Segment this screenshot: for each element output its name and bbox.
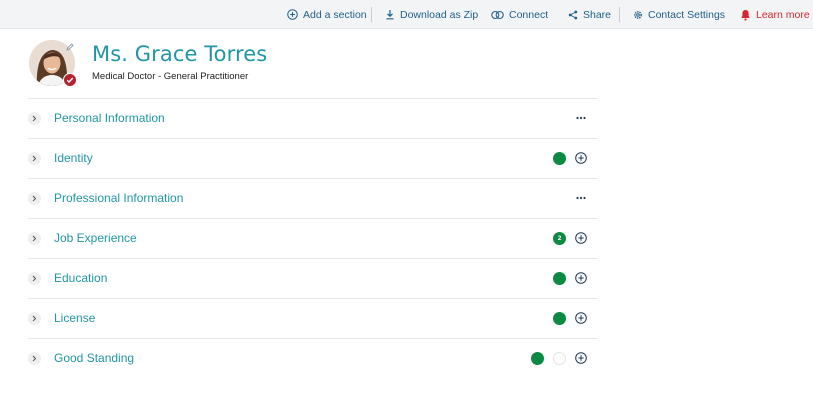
section-label: Identity bbox=[54, 151, 93, 165]
add-section-label: Add a section bbox=[303, 8, 367, 21]
top-toolbar: Add a section Download as Zip Connect Sh… bbox=[0, 0, 813, 29]
bell-icon bbox=[741, 9, 750, 21]
status-complete-indicator bbox=[553, 272, 566, 285]
status-complete-indicator bbox=[531, 352, 544, 365]
share-label: Share bbox=[583, 8, 612, 21]
section-row-education[interactable]: Education bbox=[28, 258, 597, 298]
contact-settings-button[interactable]: Contact Settings bbox=[633, 0, 725, 29]
connect-button[interactable]: Connect bbox=[491, 0, 548, 29]
link-icon bbox=[491, 10, 504, 19]
download-zip-label: Download as Zip bbox=[400, 8, 479, 21]
section-label: Personal Information bbox=[54, 111, 165, 125]
section-label: Education bbox=[54, 271, 108, 285]
section-label: Professional Information bbox=[54, 191, 184, 205]
gear-icon bbox=[634, 10, 642, 19]
plus-circle-icon bbox=[287, 9, 298, 20]
section-label: Good Standing bbox=[54, 351, 135, 365]
connect-label: Connect bbox=[509, 8, 549, 21]
add-circle-icon[interactable] bbox=[575, 152, 587, 164]
section-label: License bbox=[54, 311, 96, 325]
verified-badge-icon bbox=[63, 73, 77, 87]
add-section-button[interactable]: Add a section bbox=[287, 0, 367, 29]
chevron-right-icon[interactable] bbox=[28, 352, 41, 365]
section-row-professional-information[interactable]: Professional Information bbox=[28, 178, 597, 218]
chevron-right-icon[interactable] bbox=[28, 312, 41, 325]
chevron-right-icon[interactable] bbox=[28, 192, 41, 205]
chevron-right-icon[interactable] bbox=[28, 152, 41, 165]
add-circle-icon[interactable] bbox=[575, 272, 587, 284]
learn-more-label: Learn more bbox=[756, 8, 810, 21]
status-complete-indicator bbox=[553, 312, 566, 325]
section-row-job-experience[interactable]: Job Experience 2 bbox=[28, 218, 597, 258]
section-row-identity[interactable]: Identity bbox=[28, 138, 597, 178]
status-complete-indicator bbox=[553, 152, 566, 165]
download-zip-button[interactable]: Download as Zip bbox=[385, 0, 478, 29]
download-icon bbox=[386, 10, 394, 20]
pencil-icon[interactable] bbox=[66, 43, 74, 51]
add-circle-icon[interactable] bbox=[575, 312, 587, 324]
section-label: Job Experience bbox=[54, 231, 137, 245]
section-row-personal-information[interactable]: Personal Information bbox=[28, 98, 597, 138]
chevron-right-icon[interactable] bbox=[28, 232, 41, 245]
status-pending-indicator bbox=[553, 352, 566, 365]
learn-more-button[interactable]: Learn more bbox=[740, 0, 810, 29]
checkmark-icon bbox=[66, 77, 74, 84]
section-list: Personal Information Identity Profession… bbox=[28, 98, 597, 378]
profile-name: Ms. Grace Torres bbox=[92, 42, 268, 66]
section-row-good-standing[interactable]: Good Standing bbox=[28, 338, 597, 378]
toolbar-divider bbox=[619, 7, 620, 22]
item-count-badge: 2 bbox=[553, 232, 566, 245]
toolbar-divider bbox=[371, 7, 372, 22]
chevron-right-icon[interactable] bbox=[28, 272, 41, 285]
share-button[interactable]: Share bbox=[568, 0, 611, 29]
more-options-icon[interactable] bbox=[576, 196, 586, 200]
profile-title: Medical Doctor - General Practitioner bbox=[92, 71, 249, 82]
add-circle-icon[interactable] bbox=[575, 232, 587, 244]
contact-settings-label: Contact Settings bbox=[648, 8, 726, 21]
add-circle-icon[interactable] bbox=[575, 352, 587, 364]
more-options-icon[interactable] bbox=[576, 116, 586, 120]
share-icon bbox=[568, 10, 578, 19]
section-row-license[interactable]: License bbox=[28, 298, 597, 338]
chevron-right-icon[interactable] bbox=[28, 112, 41, 125]
